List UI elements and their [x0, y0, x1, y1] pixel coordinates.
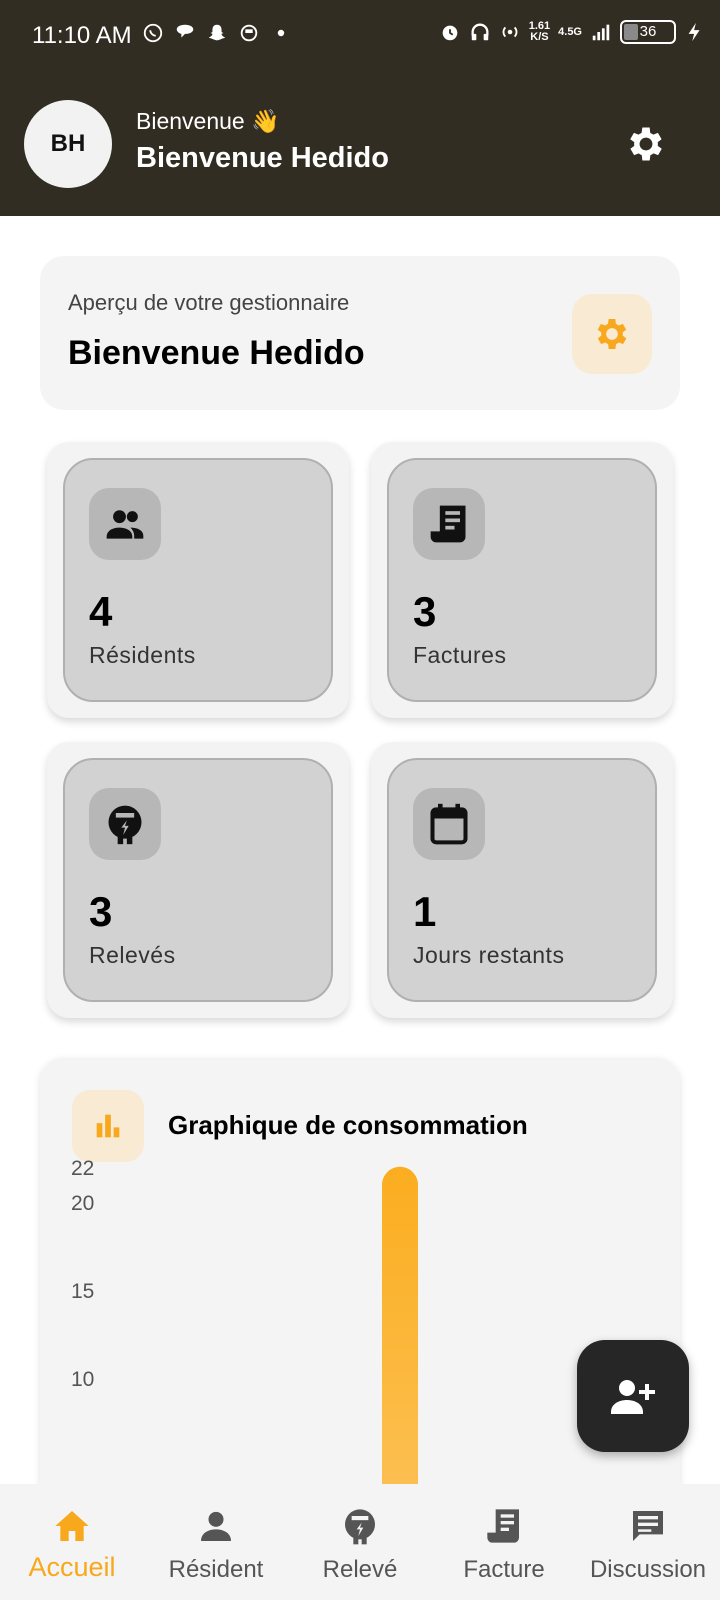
stat-value: 4: [89, 588, 113, 635]
receipt-icon: [413, 488, 485, 560]
nav-label: Accueil: [28, 1552, 116, 1582]
nav-label: Relevé: [322, 1556, 398, 1583]
people-icon: [89, 488, 161, 560]
greeting-small: Bienvenue 👋: [136, 108, 280, 134]
stat-value: 3: [89, 888, 113, 935]
more-dot-icon: [277, 29, 285, 37]
meter-icon: [89, 788, 161, 860]
battery-indicator: 36: [620, 20, 676, 44]
stat-label: Résidents: [89, 642, 196, 668]
y-tick-label: 10: [71, 1368, 94, 1391]
nav-item-reading[interactable]: Relevé: [288, 1484, 432, 1600]
hotspot-icon: [502, 26, 518, 38]
overview-title: Bienvenue Hedido: [68, 334, 365, 372]
nav-label: Discussion: [589, 1556, 707, 1583]
person-add-icon: [611, 1380, 655, 1414]
nav-label: Résident: [168, 1556, 264, 1583]
stat-card-days-left[interactable]: 1 Jours restants: [371, 742, 673, 1018]
alarm-icon: [442, 25, 458, 41]
home-icon: [50, 1504, 94, 1548]
overview-card: Aperçu de votre gestionnaire Bienvenue H…: [40, 256, 680, 410]
stat-card-residents[interactable]: 4 Résidents: [47, 442, 349, 718]
y-tick-label: 22: [71, 1157, 94, 1180]
nav-label: Facture: [463, 1556, 545, 1583]
stat-card-invoices[interactable]: 3 Factures: [371, 442, 673, 718]
message-icon: [176, 24, 194, 38]
net-speed: 1.61 K/S: [528, 20, 551, 43]
whatsapp-icon: [143, 23, 163, 43]
notification-icons: [142, 22, 292, 44]
stat-value: 3: [413, 588, 437, 635]
nav-item-discussion[interactable]: Discussion: [576, 1484, 720, 1600]
nav-item-home[interactable]: Accueil: [0, 1484, 144, 1600]
nav-item-invoice[interactable]: Facture: [432, 1484, 576, 1600]
meter-icon: [338, 1504, 382, 1548]
status-time: 11:10 AM: [32, 22, 132, 49]
signal-icon: [592, 24, 610, 41]
gear-icon: [597, 319, 627, 349]
person-icon: [194, 1504, 238, 1548]
app-notification-icon: [240, 24, 258, 42]
overview-subtitle: Aperçu de votre gestionnaire: [68, 290, 350, 315]
app-header: BH Bienvenue 👋 Bienvenue Hedido: [0, 72, 720, 216]
status-bar: 11:10 AM 1.61 K/S 4.5G 36: [0, 0, 720, 72]
overview-settings-button[interactable]: [572, 294, 652, 374]
y-tick-label: 15: [71, 1280, 94, 1303]
receipt-icon: [482, 1504, 526, 1548]
bottom-navigation: Accueil Résident Relevé Facture Discussi…: [0, 1484, 720, 1600]
stat-value: 1: [413, 888, 437, 935]
snapchat-icon: [208, 24, 226, 41]
stat-label: Jours restants: [413, 942, 565, 968]
charging-icon: [688, 22, 700, 42]
stat-card-readings[interactable]: 3 Relevés: [47, 742, 349, 1018]
nav-item-resident[interactable]: Résident: [144, 1484, 288, 1600]
avatar[interactable]: BH: [24, 100, 112, 188]
settings-gear-icon[interactable]: [624, 122, 668, 166]
calendar-icon: [413, 788, 485, 860]
status-right-icons: 1.61 K/S 4.5G 36: [439, 20, 706, 44]
headphones-icon: [471, 23, 489, 41]
network-type: 4.5G: [558, 25, 582, 38]
stat-label: Relevés: [89, 942, 176, 968]
stat-label: Factures: [413, 642, 507, 668]
greeting-title: Bienvenue Hedido: [136, 142, 389, 174]
y-tick-label: 20: [71, 1192, 94, 1215]
add-resident-button[interactable]: [577, 1340, 689, 1452]
chat-icon: [626, 1504, 670, 1548]
